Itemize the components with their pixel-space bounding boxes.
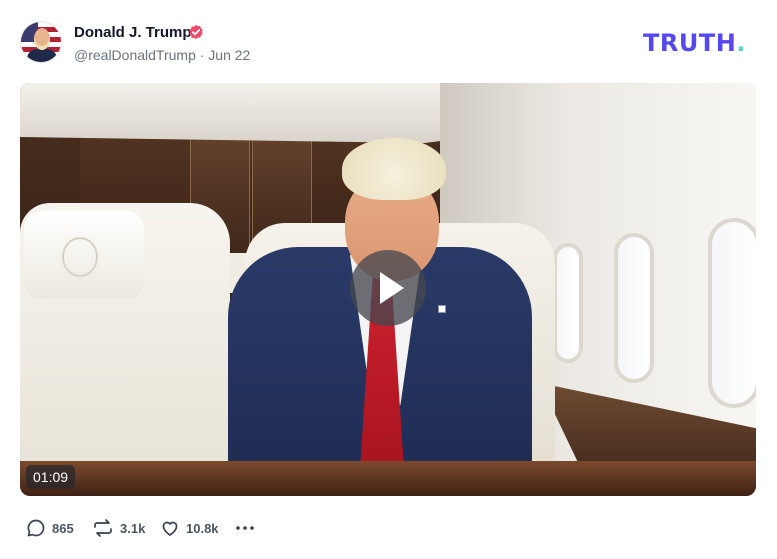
like-count: 10.8k	[186, 521, 219, 536]
avatar-suit	[27, 49, 57, 62]
retruth-count: 3.1k	[120, 521, 146, 536]
video-thumbnail[interactable]: 01:09	[20, 83, 756, 496]
video-duration: 01:09	[26, 465, 76, 489]
retruth-icon	[94, 519, 112, 537]
like-icon	[162, 521, 178, 536]
flag-pin	[438, 305, 446, 313]
reply-button[interactable]: 865	[26, 516, 78, 542]
more-icon	[236, 526, 254, 530]
seat-headrest	[24, 211, 144, 299]
author-display-name[interactable]: Donald J. Trump	[74, 24, 192, 41]
person-hair	[342, 138, 446, 200]
verified-badge-icon	[189, 24, 203, 40]
avatar-face	[34, 28, 50, 50]
embroidered-crest	[62, 237, 98, 277]
truth-post: Donald J. Trump @realDonaldTrump · Jun 2…	[0, 0, 777, 559]
more-options-button[interactable]	[234, 516, 258, 542]
cabin-window	[708, 218, 756, 408]
author-handle-and-date[interactable]: @realDonaldTrump · Jun 22	[74, 47, 250, 63]
cabin-window	[614, 233, 654, 383]
cabin-window	[553, 243, 583, 363]
leather-seat	[20, 203, 230, 496]
retruth-button[interactable]: 3.1k	[92, 516, 148, 542]
play-button[interactable]	[350, 250, 426, 326]
reply-icon	[27, 519, 45, 537]
play-icon	[380, 272, 404, 304]
logo-wordmark: TRUTH	[643, 29, 737, 57]
logo-dot: .	[736, 29, 746, 57]
like-button[interactable]: 10.8k	[160, 516, 222, 542]
truth-social-logo[interactable]: TRUTH.	[643, 29, 746, 57]
reply-count: 865	[52, 521, 74, 536]
wood-desk	[20, 461, 756, 496]
author-avatar[interactable]	[20, 21, 62, 63]
